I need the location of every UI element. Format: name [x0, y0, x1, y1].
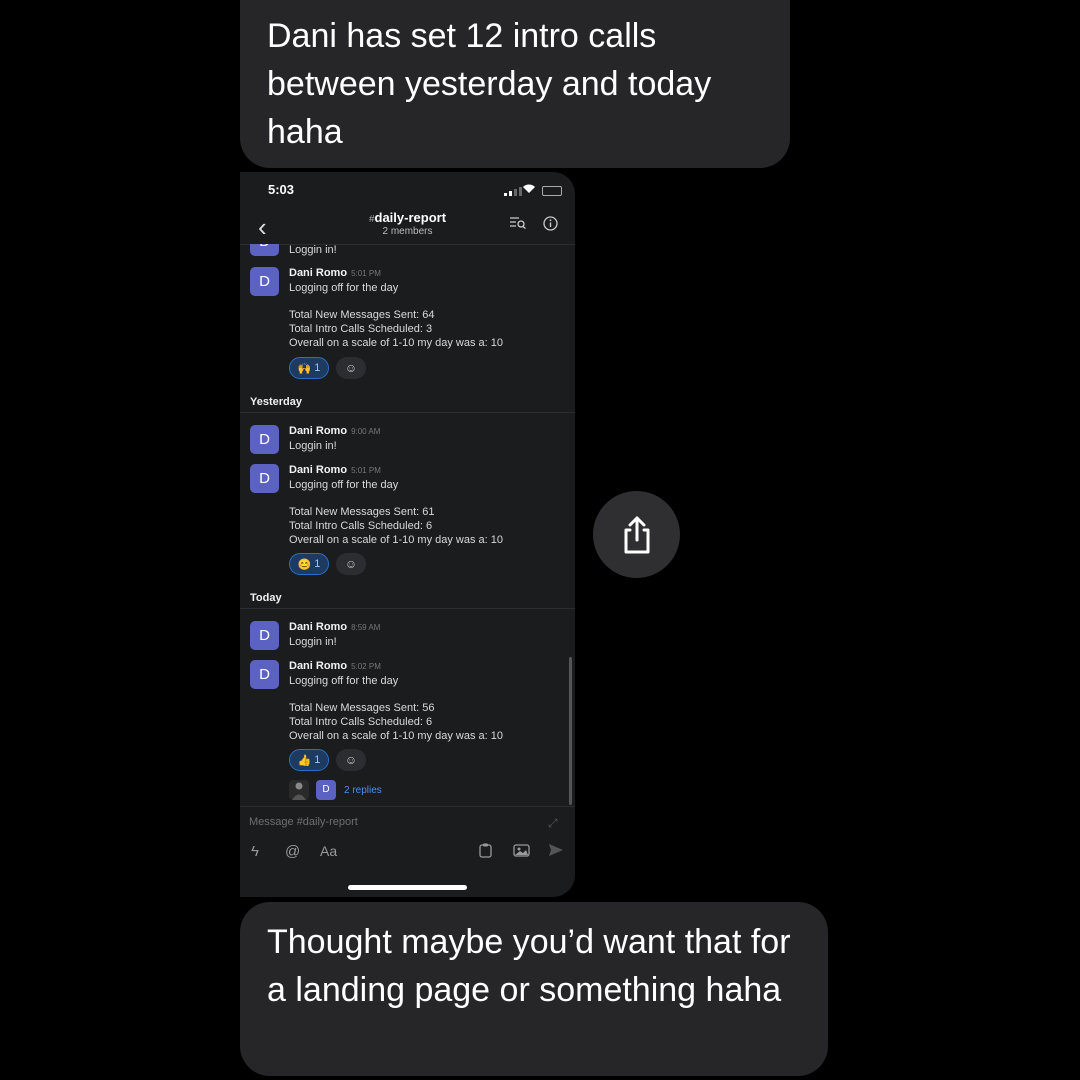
message-time: 5:02 PM: [351, 662, 381, 671]
message-author[interactable]: Dani Romo 5:01 PM: [289, 267, 381, 279]
divider: [240, 608, 575, 609]
message-text: Loggin in!: [289, 440, 337, 452]
clipboard-icon[interactable]: [478, 843, 493, 862]
author-name: Dani Romo: [289, 621, 348, 633]
image-icon[interactable]: [513, 843, 530, 862]
stat-line: Total Intro Calls Scheduled: 6: [289, 716, 433, 728]
slack-screenshot-attachment[interactable]: 5:03 ‹ #daily-report 2 members D Loggin …: [240, 172, 575, 897]
status-time: 5:03: [268, 182, 295, 197]
signal-icon: [504, 187, 522, 196]
stat-line: Overall on a scale of 1-10 my day was a:…: [289, 534, 503, 546]
reaction-count: 1: [314, 362, 321, 374]
message-author[interactable]: Dani Romo 8:59 AM: [289, 621, 380, 633]
message-time: 9:00 AM: [351, 427, 381, 436]
home-indicator: [348, 885, 467, 890]
reaction-count: 1: [314, 558, 321, 570]
date-divider-yesterday: Yesterday: [250, 396, 302, 408]
author-name: Dani Romo: [289, 660, 348, 672]
share-button[interactable]: [593, 491, 680, 578]
reaction-count: 1: [314, 754, 321, 766]
message-bubble-received-bottom[interactable]: Thought maybe you’d want that for a land…: [240, 902, 828, 1076]
stat-line: Total New Messages Sent: 64: [289, 309, 435, 321]
message-text: Logging off for the day: [289, 479, 399, 491]
message-time: 8:59 AM: [351, 623, 381, 632]
stat-line: Total New Messages Sent: 56: [289, 702, 435, 714]
message-author[interactable]: Dani Romo 5:01 PM: [289, 464, 381, 476]
author-name: Dani Romo: [289, 464, 348, 476]
add-reaction-icon[interactable]: ☺: [336, 749, 366, 771]
message-input[interactable]: Message #daily-report: [249, 816, 358, 828]
reaction-pill[interactable]: 🙌 1: [289, 357, 329, 379]
message-list[interactable]: D Loggin in! D Dani Romo5:01 PM Logging …: [240, 244, 575, 804]
add-reaction-icon[interactable]: ☺: [336, 553, 366, 575]
message-text: Dani has set 12 intro calls between yest…: [267, 17, 712, 151]
date-divider-today: Today: [250, 592, 282, 604]
reaction-pill[interactable]: 👍 1: [289, 749, 329, 771]
mention-icon[interactable]: @: [285, 843, 300, 860]
info-icon[interactable]: [543, 216, 558, 234]
avatar[interactable]: D: [250, 621, 279, 650]
stat-line: Total Intro Calls Scheduled: 6: [289, 520, 433, 532]
avatar[interactable]: D: [250, 244, 279, 256]
channel-name: daily-report: [374, 210, 447, 225]
thread-replies-link[interactable]: 2 replies: [344, 785, 382, 796]
message-author[interactable]: Dani Romo 9:00 AM: [289, 425, 380, 437]
message-text: Logging off for the day: [289, 675, 399, 687]
stat-line: Overall on a scale of 1-10 my day was a:…: [289, 337, 503, 349]
composer-divider: [240, 806, 575, 807]
author-name: Dani Romo: [289, 425, 348, 437]
avatar[interactable]: D: [250, 425, 279, 454]
share-icon: [624, 516, 649, 553]
message-author[interactable]: Dani Romo 5:02 PM: [289, 660, 381, 672]
divider: [240, 412, 575, 413]
message-text: Loggin in!: [289, 244, 337, 256]
format-text-icon[interactable]: Aa: [320, 843, 337, 859]
avatar[interactable]: D: [250, 660, 279, 689]
search-list-icon[interactable]: [510, 216, 526, 232]
raised-hands-emoji: 🙌: [297, 362, 312, 375]
stat-line: Total Intro Calls Scheduled: 3: [289, 323, 433, 335]
message-text: Logging off for the day: [289, 282, 399, 294]
stat-line: Overall on a scale of 1-10 my day was a:…: [289, 730, 503, 742]
author-name: Dani Romo: [289, 267, 348, 279]
thumbs-up-emoji: 👍: [297, 754, 312, 767]
add-reaction-icon[interactable]: ☺: [336, 357, 366, 379]
wifi-icon: [522, 183, 536, 197]
smiley-emoji: 😊: [297, 558, 312, 571]
avatar[interactable]: D: [316, 780, 336, 800]
person-avatar[interactable]: [289, 780, 309, 800]
message-bubble-received-top[interactable]: Dani has set 12 intro calls between yest…: [240, 0, 790, 168]
message-time: 5:01 PM: [351, 269, 381, 278]
shortcuts-icon[interactable]: ϟ: [251, 843, 259, 860]
message-time: 5:01 PM: [351, 466, 381, 475]
send-icon[interactable]: [548, 843, 564, 861]
scrollbar[interactable]: [569, 657, 572, 805]
avatar[interactable]: D: [250, 464, 279, 493]
avatar[interactable]: D: [250, 267, 279, 296]
stat-line: Total New Messages Sent: 61: [289, 506, 435, 518]
message-text: Loggin in!: [289, 636, 337, 648]
message-text: Thought maybe you’d want that for a land…: [267, 923, 791, 1009]
reaction-pill[interactable]: 😊 1: [289, 553, 329, 575]
expand-icon[interactable]: ⤢: [548, 816, 558, 831]
battery-icon: [542, 186, 562, 196]
